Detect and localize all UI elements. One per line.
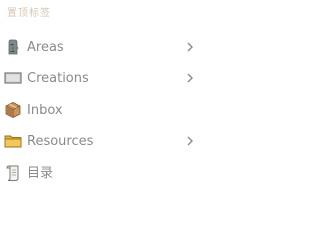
screen-icon	[4, 69, 22, 87]
sidebar-item-label: Inbox	[27, 103, 63, 118]
sidebar-item-inbox[interactable]: Inbox	[0, 97, 200, 123]
chevron-right-icon[interactable]	[186, 42, 194, 52]
sidebar-item-resources[interactable]: Resources	[0, 128, 200, 154]
sidebar-item-label: Creations	[27, 71, 89, 86]
package-icon	[4, 101, 22, 119]
sidebar-item-label: Resources	[27, 134, 94, 149]
folder-icon	[4, 132, 22, 150]
scroll-icon	[4, 164, 22, 182]
moai-icon	[4, 38, 22, 56]
sidebar-item-creations[interactable]: Creations	[0, 65, 200, 91]
sidebar-item-contents[interactable]: 目录	[0, 160, 200, 186]
chevron-right-icon[interactable]	[186, 136, 194, 146]
sidebar-item-label: 目录	[27, 166, 54, 181]
sidebar-item-areas[interactable]: Areas	[0, 34, 200, 60]
section-header: 置顶标签	[7, 8, 51, 19]
chevron-right-icon[interactable]	[186, 73, 194, 83]
sidebar-item-label: Areas	[27, 40, 64, 55]
